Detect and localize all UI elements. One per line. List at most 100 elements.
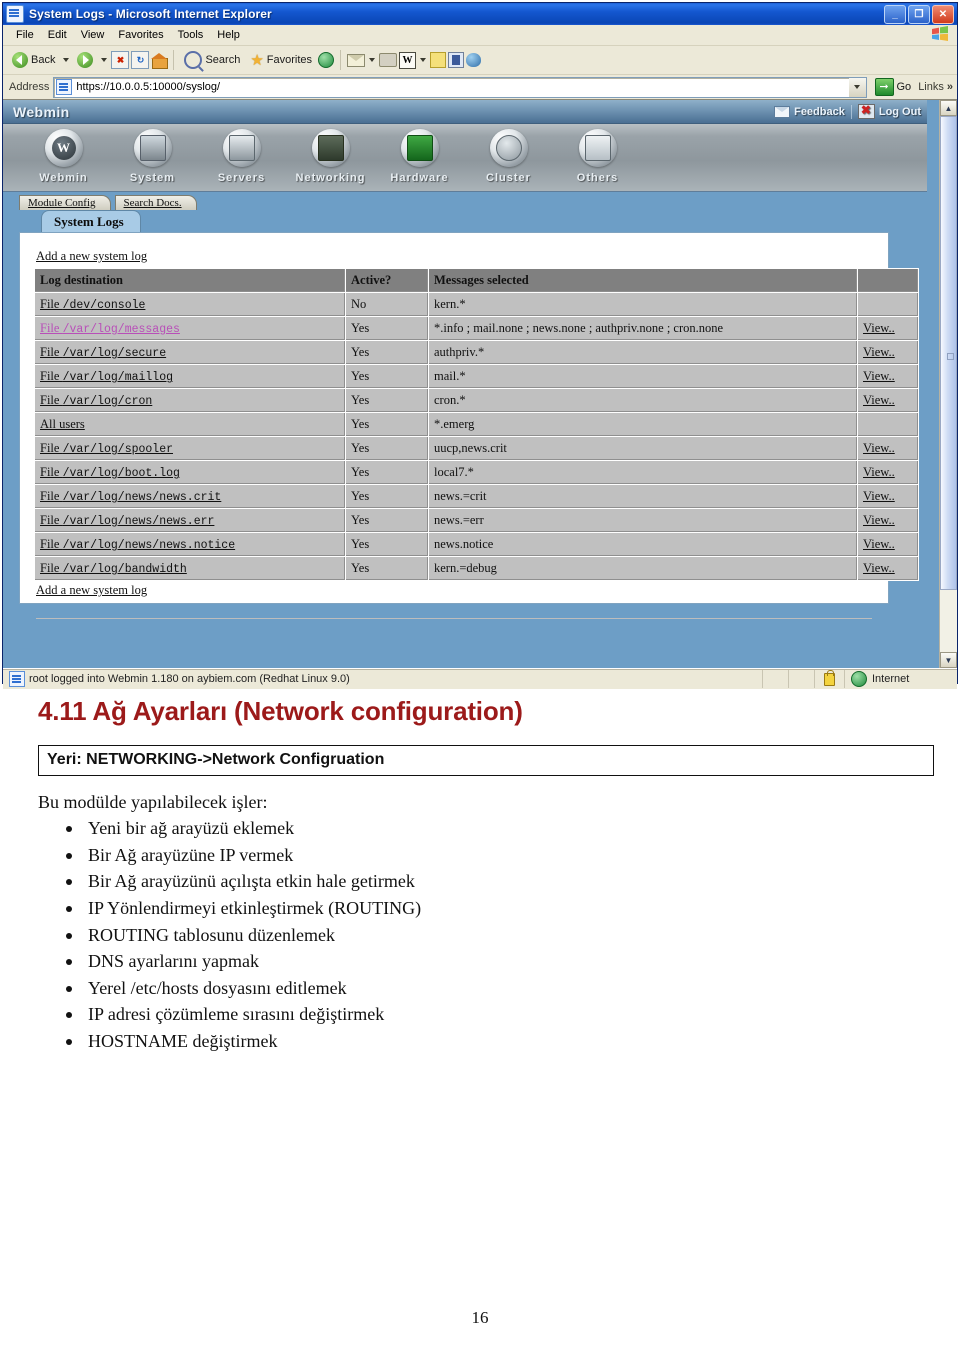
search-button[interactable]: Search — [180, 49, 244, 71]
address-dropdown-button[interactable] — [848, 76, 867, 98]
category-hardware[interactable]: Hardware — [375, 124, 464, 184]
servers-icon — [222, 129, 261, 167]
menu-tools[interactable]: Tools — [171, 27, 211, 43]
view-link[interactable]: View.. — [863, 369, 895, 383]
feedback-button[interactable]: Feedback — [774, 105, 845, 118]
menu-view[interactable]: View — [74, 27, 112, 43]
list-item: Yerel /etc/hosts dosyasını editlemek — [66, 975, 960, 1002]
category-others[interactable]: Others — [553, 124, 642, 184]
window-glyph — [584, 135, 611, 161]
cell-destination[interactable]: File /var/log/bandwidth — [34, 556, 346, 581]
menu-help[interactable]: Help — [210, 27, 247, 43]
cell-messages: authpriv.* — [428, 340, 858, 365]
add-system-log-link-bottom[interactable]: Add a new system log — [36, 583, 147, 598]
favorites-button[interactable]: ★ Favorites — [246, 51, 316, 70]
view-link[interactable]: View.. — [863, 561, 895, 575]
cell-destination[interactable]: File /var/log/boot.log — [34, 460, 346, 485]
category-webmin[interactable]: W Webmin — [19, 124, 108, 184]
scrollbar-thumb[interactable] — [940, 116, 957, 590]
links-overflow-icon[interactable]: » — [947, 81, 957, 93]
menu-favorites[interactable]: Favorites — [111, 27, 170, 43]
cell-active: Yes — [345, 316, 429, 341]
cell-messages: news.notice — [428, 532, 858, 557]
forward-dropdown-icon[interactable] — [101, 58, 108, 62]
cell-destination[interactable]: File /var/log/cron — [34, 388, 346, 413]
menu-file[interactable]: File — [9, 27, 41, 43]
tab-module-config[interactable]: Module Config — [19, 195, 111, 210]
add-system-log-link-top[interactable]: Add a new system log — [36, 249, 147, 264]
chevron-down-icon — [854, 85, 860, 89]
back-button[interactable]: Back — [8, 50, 59, 70]
webmin-glyph: W — [51, 136, 76, 160]
links-button[interactable]: Links — [915, 81, 947, 93]
cell-destination[interactable]: File /var/log/maillog — [34, 364, 346, 389]
messenger-icon[interactable] — [448, 52, 465, 68]
view-link[interactable]: View.. — [863, 441, 895, 455]
restore-button[interactable]: ❐ — [908, 5, 930, 24]
cell-view: View.. — [857, 316, 919, 341]
navigation-toolbar: Back ✖ ↻ Search ★ Favorites W — [3, 46, 957, 75]
mail-icon[interactable] — [347, 53, 366, 67]
category-networking[interactable]: Networking — [286, 124, 375, 184]
close-button[interactable]: ✕ — [932, 5, 954, 24]
nodes-glyph — [495, 135, 522, 161]
print-icon[interactable] — [379, 53, 398, 67]
mail-dropdown-icon[interactable] — [369, 58, 376, 62]
dest-path: /var/log/maillog — [62, 371, 173, 384]
rack-glyph — [228, 135, 255, 161]
edit-word-icon[interactable]: W — [399, 51, 417, 69]
category-cluster[interactable]: Cluster — [464, 124, 553, 184]
cell-view — [857, 292, 919, 317]
edit-dropdown-icon[interactable] — [420, 58, 427, 62]
menu-edit[interactable]: Edit — [41, 27, 74, 43]
view-link[interactable]: View.. — [863, 345, 895, 359]
cell-destination[interactable]: File /var/log/news/news.crit — [34, 484, 346, 509]
view-link[interactable]: View.. — [863, 465, 895, 479]
cell-destination[interactable]: File /var/log/messages — [34, 316, 346, 341]
table-row: File /var/log/news/news.err Yes news.=er… — [34, 508, 919, 533]
refresh-icon[interactable]: ↻ — [131, 51, 150, 69]
stop-icon[interactable]: ✖ — [111, 51, 130, 69]
dest-prefix: File — [40, 321, 63, 335]
vertical-scrollbar[interactable]: ▲ ▼ — [939, 100, 957, 668]
cell-destination[interactable]: All users — [34, 412, 346, 437]
dest-prefix: File — [40, 393, 63, 407]
logout-button[interactable]: Log Out — [857, 103, 921, 119]
cell-messages: uucp,news.crit — [428, 436, 858, 461]
forward-button[interactable] — [73, 50, 97, 70]
view-link[interactable]: View.. — [863, 321, 895, 335]
cell-view — [857, 412, 919, 437]
header-messages-selected: Messages selected — [428, 268, 858, 293]
extra-tool-icon[interactable] — [466, 53, 482, 67]
back-dropdown-icon[interactable] — [63, 58, 70, 62]
category-servers[interactable]: Servers — [197, 124, 286, 184]
cell-destination[interactable]: File /var/log/news/news.err — [34, 508, 346, 533]
cell-active: Yes — [345, 556, 429, 581]
webmin-category-bar: W Webmin System Servers Networking Hardw… — [3, 124, 927, 192]
category-system[interactable]: System — [108, 124, 197, 184]
address-input[interactable]: https://10.0.0.5:10000/syslog/ — [53, 76, 850, 98]
minimize-button[interactable]: _ — [884, 5, 906, 24]
tab-search-docs[interactable]: Search Docs. — [114, 195, 197, 210]
content-divider — [36, 618, 872, 619]
home-icon[interactable] — [151, 52, 169, 69]
category-label-hardware: Hardware — [390, 172, 449, 184]
history-icon[interactable] — [318, 52, 335, 68]
scroll-up-button[interactable]: ▲ — [940, 100, 957, 116]
view-link[interactable]: View.. — [863, 489, 895, 503]
go-button[interactable]: ➞ Go — [871, 78, 916, 96]
windows-flag-icon — [932, 26, 948, 41]
view-link[interactable]: View.. — [863, 513, 895, 527]
scroll-down-button[interactable]: ▼ — [940, 652, 957, 668]
table-row: File /var/log/news/news.notice Yes news.… — [34, 532, 919, 557]
page-number: 16 — [471, 1308, 489, 1327]
cell-destination[interactable]: File /var/log/spooler — [34, 436, 346, 461]
dest-prefix: File — [40, 297, 63, 311]
cell-destination[interactable]: File /dev/console — [34, 292, 346, 317]
view-link[interactable]: View.. — [863, 393, 895, 407]
view-link[interactable]: View.. — [863, 537, 895, 551]
notes-icon[interactable] — [430, 52, 447, 68]
cell-destination[interactable]: File /var/log/secure — [34, 340, 346, 365]
cell-view: View.. — [857, 484, 919, 509]
cell-destination[interactable]: File /var/log/news/news.notice — [34, 532, 346, 557]
